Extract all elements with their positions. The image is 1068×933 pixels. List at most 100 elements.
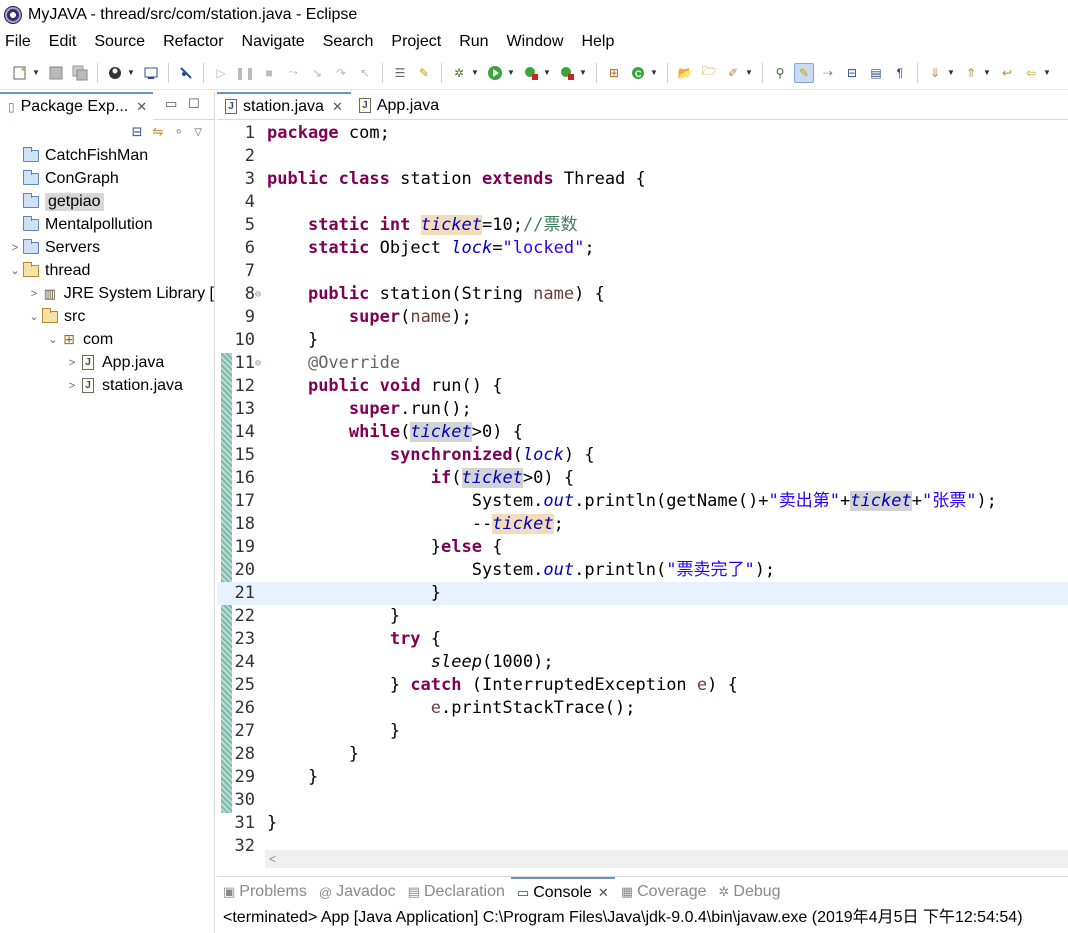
skip-breakpoints-icon[interactable] <box>176 63 196 83</box>
use-step-filters-icon[interactable]: ☰ <box>390 63 410 83</box>
disconnect-icon[interactable]: ⤳ <box>283 63 303 83</box>
block-selection-icon[interactable]: ⇢ <box>818 63 838 83</box>
external-tools-icon[interactable] <box>557 63 577 83</box>
show-whitespace-icon[interactable]: ▤ <box>866 63 886 83</box>
back-icon[interactable]: ⇦ <box>1021 63 1041 83</box>
run-dropdown-icon[interactable]: ▼ <box>507 63 515 83</box>
tab-problems[interactable]: ▣ Problems <box>217 877 313 907</box>
tree-item-station-java[interactable]: > J station.java <box>0 374 214 397</box>
chevron-down-icon[interactable]: ⌄ <box>27 310 41 323</box>
terminate-icon[interactable]: ■ <box>259 63 279 83</box>
perspective-icon[interactable] <box>105 63 125 83</box>
tree-item-getpiao[interactable]: getpiao <box>0 190 214 213</box>
menu-window[interactable]: Window <box>505 33 566 51</box>
open-type-icon[interactable]: 📂 <box>675 63 695 83</box>
menu-navigate[interactable]: Navigate <box>240 33 307 51</box>
run-last-icon[interactable]: ✎ <box>414 63 434 83</box>
chevron-down-icon[interactable]: ⌄ <box>46 333 60 346</box>
link-with-editor-icon[interactable]: ⇋ <box>152 124 163 140</box>
tab-console[interactable]: ▭ Console ✕ <box>510 877 615 907</box>
tab-declaration[interactable]: ▤ Declaration <box>402 877 511 907</box>
resume-icon[interactable]: ▷ <box>211 63 231 83</box>
tree-item-catchfishman[interactable]: CatchFishMan <box>0 144 214 167</box>
tab-coverage[interactable]: ▦ Coverage <box>615 877 713 907</box>
chevron-right-icon[interactable]: > <box>65 380 79 392</box>
scroll-left-icon[interactable]: < <box>269 852 276 866</box>
tab-app-java[interactable]: J App.java <box>351 92 447 119</box>
package-explorer-toolbar: ⊟ ⇋ ⚬ ▽ <box>0 120 214 144</box>
terminal-icon[interactable] <box>141 63 161 83</box>
chevron-right-icon[interactable]: > <box>8 242 22 254</box>
code-token: catch <box>410 675 462 695</box>
code-line: 16 if(ticket>0) { <box>217 467 1068 490</box>
menu-help[interactable]: Help <box>579 33 616 51</box>
new-java-project-icon[interactable]: ⊞ <box>604 63 624 83</box>
chevron-right-icon[interactable]: > <box>27 288 41 300</box>
new-class-icon[interactable]: C <box>628 63 648 83</box>
step-into-icon[interactable]: ↘ <box>307 63 327 83</box>
next-annotation-dropdown-icon[interactable]: ▼ <box>947 63 955 83</box>
debug-icon[interactable]: ✲ <box>449 63 469 83</box>
new-class-dropdown-icon[interactable]: ▼ <box>650 63 658 83</box>
menu-project[interactable]: Project <box>389 33 443 51</box>
open-task-icon[interactable]: 🗁 <box>699 63 719 83</box>
minimize-icon[interactable]: ▭ <box>165 96 177 112</box>
maximize-icon[interactable]: ☐ <box>188 96 200 112</box>
focus-icon[interactable]: ⚬ <box>173 124 184 140</box>
run-icon[interactable] <box>485 63 505 83</box>
tree-item-mentalpollution[interactable]: Mentalpollution <box>0 213 214 236</box>
new-file-icon[interactable]: ✦ <box>10 63 30 83</box>
paragraph-icon[interactable]: ¶ <box>890 63 910 83</box>
tree-item-thread[interactable]: ⌄ thread <box>0 259 214 282</box>
menu-file[interactable]: File <box>3 33 33 51</box>
code-area[interactable]: 1 package com; 2 3 public class station ex… <box>217 122 1068 852</box>
toggle-ant-icon[interactable]: ⚲ <box>770 63 790 83</box>
close-icon[interactable]: ✕ <box>136 99 147 115</box>
tree-item-congraph[interactable]: ConGraph <box>0 167 214 190</box>
view-menu-icon[interactable]: ▽ <box>194 127 202 138</box>
tree-item-jre-library[interactable]: > ▥ JRE System Library [ <box>0 282 214 305</box>
tree-item-src[interactable]: ⌄ src <box>0 305 214 328</box>
tree-item-servers[interactable]: > Servers <box>0 236 214 259</box>
debug-dropdown-icon[interactable]: ▼ <box>471 63 479 83</box>
previous-annotation-dropdown-icon[interactable]: ▼ <box>983 63 991 83</box>
collapse-fold-icon[interactable]: ⊖ <box>255 283 261 306</box>
menu-source[interactable]: Source <box>92 33 147 51</box>
suspend-icon[interactable]: ❚❚ <box>235 63 255 83</box>
tab-debug[interactable]: ✲ Debug <box>712 877 786 907</box>
horizontal-scrollbar[interactable]: < <box>265 850 1068 868</box>
save-all-icon[interactable] <box>70 63 90 83</box>
step-over-icon[interactable]: ↷ <box>331 63 351 83</box>
tab-javadoc[interactable]: @ Javadoc <box>313 877 402 907</box>
menu-run[interactable]: Run <box>457 33 490 51</box>
step-return-icon[interactable]: ↖ <box>355 63 375 83</box>
coverage-dropdown-icon[interactable]: ▼ <box>543 63 551 83</box>
tab-station-java[interactable]: J station.java ✕ <box>217 92 351 119</box>
menu-refactor[interactable]: Refactor <box>161 33 225 51</box>
external-tools-dropdown-icon[interactable]: ▼ <box>579 63 587 83</box>
tree-item-app-java[interactable]: > J App.java <box>0 351 214 374</box>
toggle-mark-occurrences-icon[interactable]: ✎ <box>794 62 814 83</box>
word-wrap-icon[interactable]: ⊟ <box>842 63 862 83</box>
tree-item-com[interactable]: ⌄ ⊞ com <box>0 328 214 351</box>
chevron-down-icon[interactable]: ⌄ <box>8 264 22 277</box>
close-icon[interactable]: ✕ <box>332 99 343 115</box>
save-icon[interactable] <box>46 63 66 83</box>
collapse-fold-icon[interactable]: ⊖ <box>255 352 261 375</box>
package-explorer-tab[interactable]: ▯ Package Exp... ✕ <box>0 91 154 120</box>
coverage-icon[interactable] <box>521 63 541 83</box>
close-icon[interactable]: ✕ <box>598 885 609 901</box>
search-dropdown-icon[interactable]: ▼ <box>745 63 753 83</box>
chevron-right-icon[interactable]: > <box>65 357 79 369</box>
back-dropdown-icon[interactable]: ▼ <box>1043 63 1051 83</box>
new-dropdown-icon[interactable]: ▼ <box>32 63 40 83</box>
search-tool-icon[interactable]: ✐ <box>723 63 743 83</box>
last-edit-location-icon[interactable]: ↩ <box>997 63 1017 83</box>
next-annotation-icon[interactable]: ⇓ <box>925 63 945 83</box>
previous-annotation-icon[interactable]: ⇑ <box>961 63 981 83</box>
code-token: com; <box>338 123 390 143</box>
menu-edit[interactable]: Edit <box>47 33 79 51</box>
menu-search[interactable]: Search <box>321 33 376 51</box>
perspective-dropdown-icon[interactable]: ▼ <box>127 63 135 83</box>
collapse-all-icon[interactable]: ⊟ <box>132 124 143 140</box>
